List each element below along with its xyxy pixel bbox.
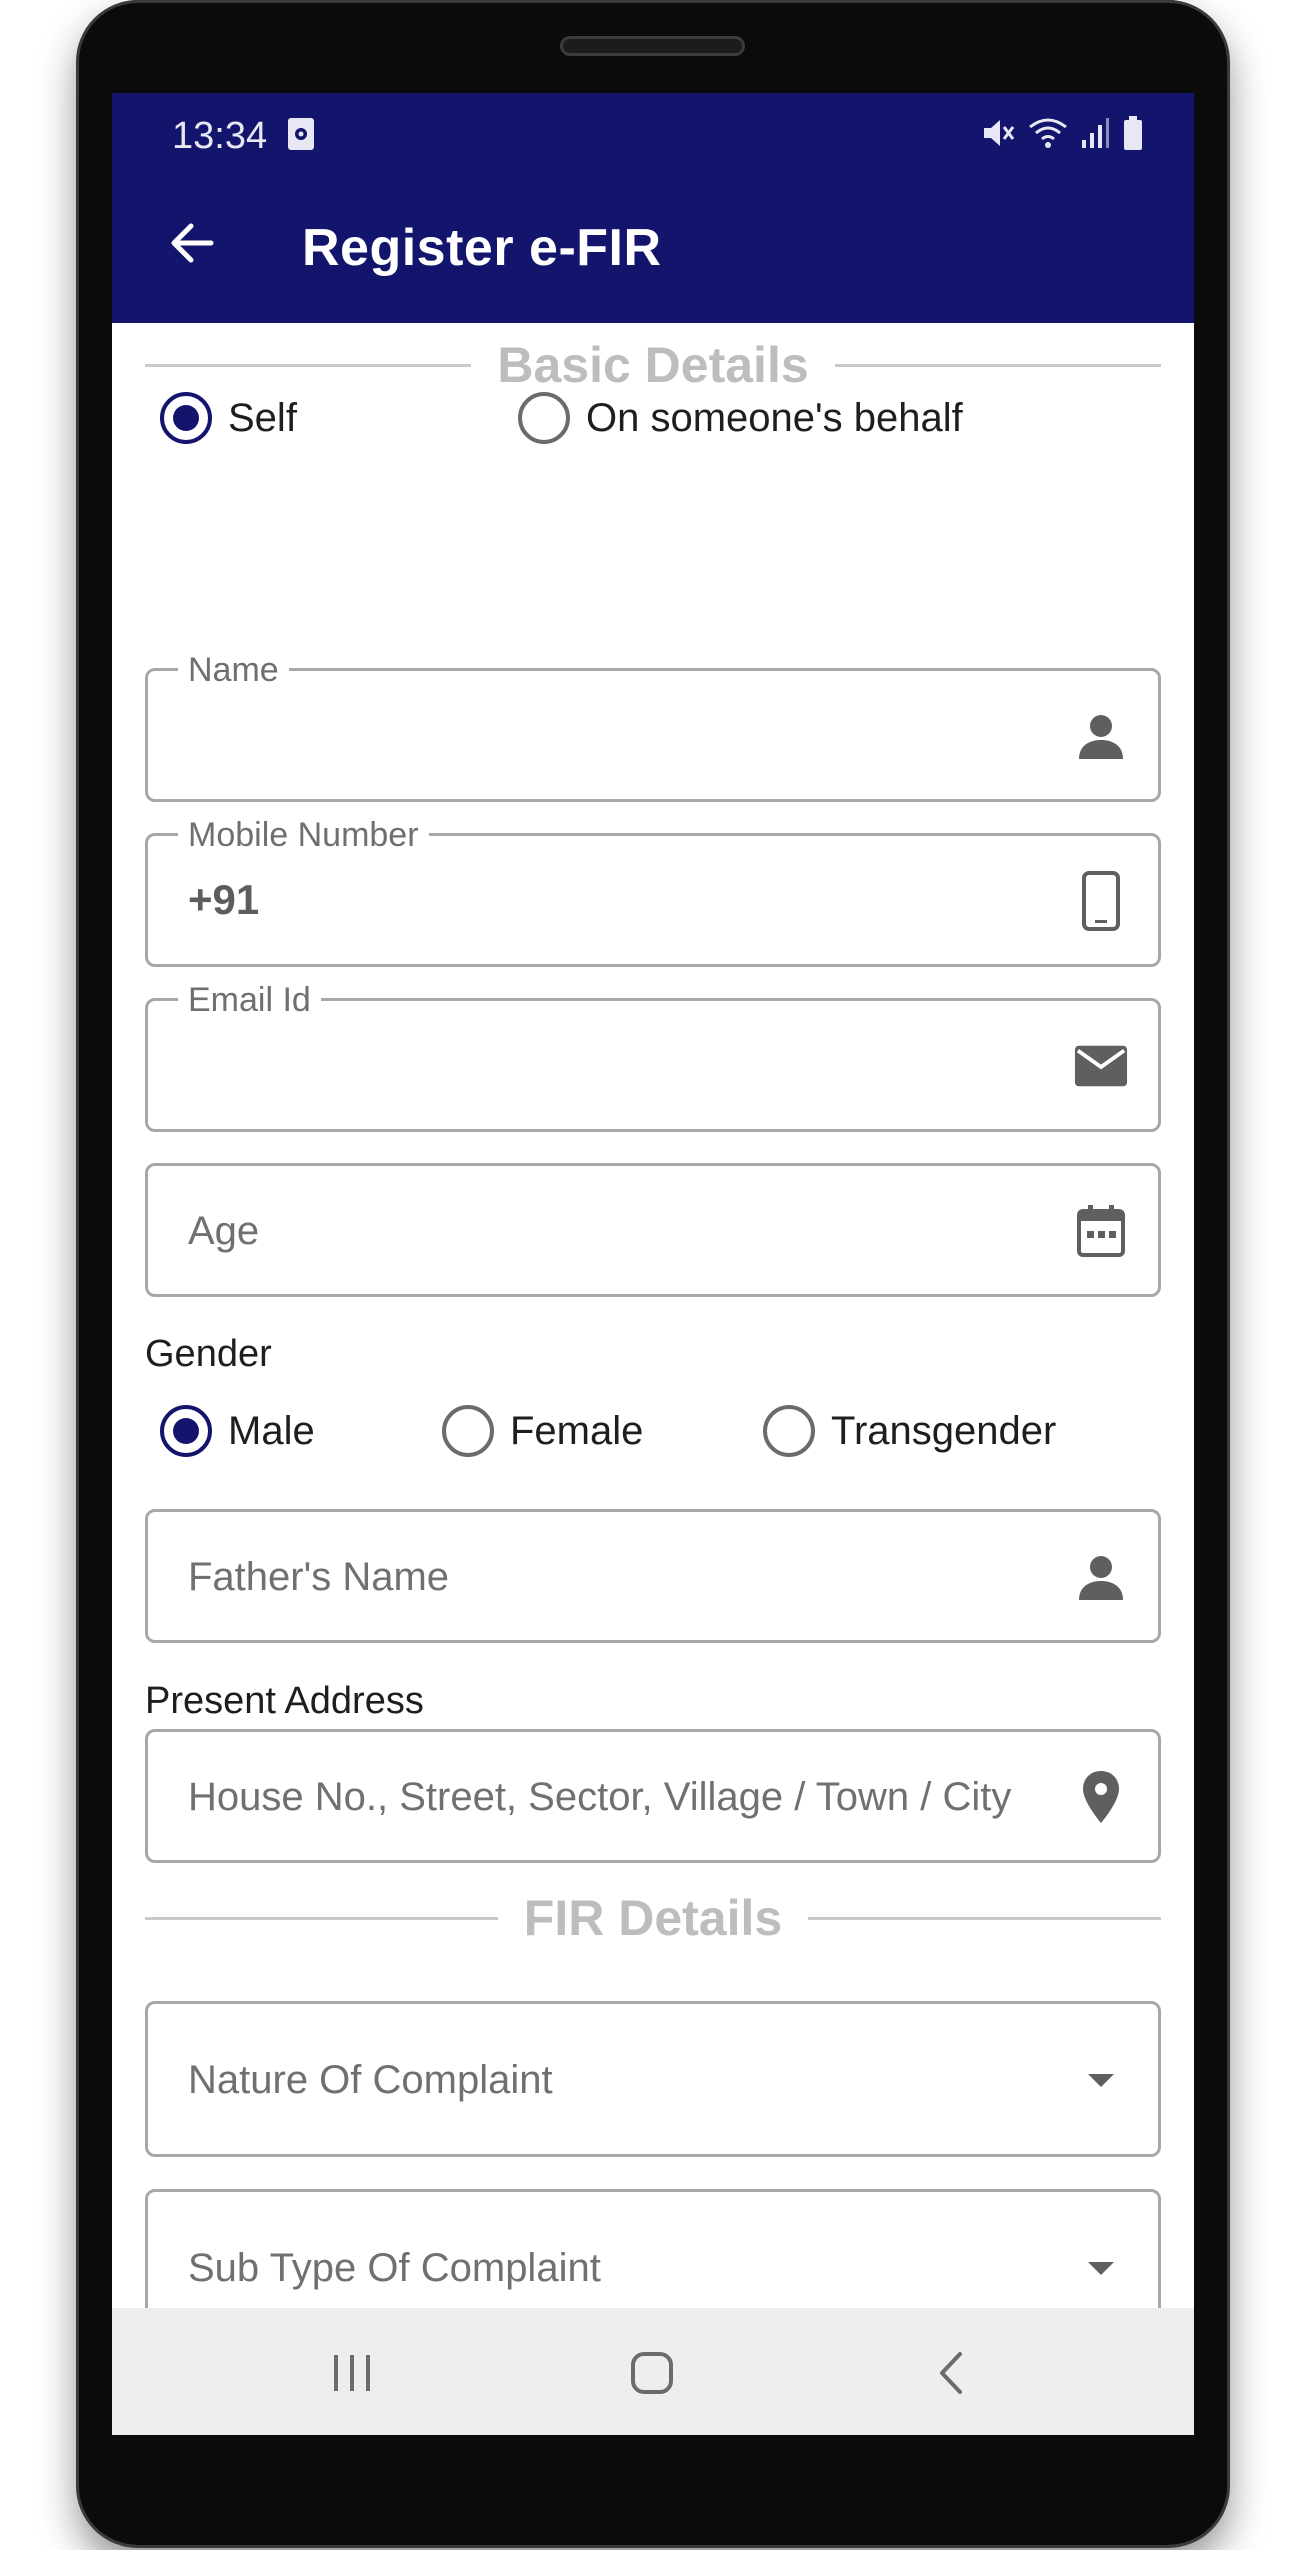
radio-male[interactable]: Male bbox=[160, 1401, 315, 1461]
home-icon bbox=[631, 2352, 673, 2394]
arrow-left-icon bbox=[171, 223, 214, 263]
radio-self[interactable]: Self bbox=[160, 388, 297, 448]
app-screen: 13:34 Register e-FIR Basic Details Self … bbox=[112, 93, 1194, 2435]
complainant-radio-group: Self On someone's behalf bbox=[160, 388, 1160, 448]
mobile-number-field[interactable]: Mobile Number +91 bbox=[145, 816, 1161, 967]
age-field[interactable]: Age bbox=[145, 1163, 1161, 1297]
radio-on-behalf[interactable]: On someone's behalf bbox=[518, 388, 963, 448]
divider bbox=[834, 363, 1161, 367]
person-icon bbox=[1074, 1550, 1128, 1604]
phone-icon bbox=[1074, 871, 1128, 931]
dropdown-arrow-icon bbox=[1074, 2054, 1128, 2108]
radio-unchecked[interactable] bbox=[763, 1405, 815, 1457]
calendar-icon bbox=[1074, 1204, 1128, 1258]
radio-unchecked[interactable] bbox=[442, 1405, 494, 1457]
recents-icon bbox=[334, 2355, 370, 2391]
status-icons bbox=[980, 113, 1144, 153]
media-icon bbox=[288, 118, 314, 150]
divider bbox=[145, 1916, 498, 1920]
nav-back-button[interactable] bbox=[917, 2338, 987, 2408]
radio-checked[interactable] bbox=[160, 1405, 212, 1457]
back-icon bbox=[940, 2352, 962, 2394]
nature-of-complaint-placeholder: Nature Of Complaint bbox=[188, 2058, 553, 2102]
divider bbox=[808, 1916, 1161, 1920]
person-icon bbox=[1074, 709, 1128, 763]
wifi-icon bbox=[1029, 118, 1067, 148]
age-placeholder: Age bbox=[188, 1209, 260, 1253]
field-label: Mobile Number bbox=[178, 816, 429, 855]
present-address-field[interactable]: House No., Street, Sector, Village / Tow… bbox=[145, 1729, 1161, 1863]
field-label: Name bbox=[178, 651, 289, 690]
form-content: Basic Details Self On someone's behalf N… bbox=[112, 323, 1194, 2435]
sub-type-placeholder: Sub Type Of Complaint bbox=[188, 2246, 601, 2290]
radio-label: Self bbox=[228, 395, 297, 440]
system-nav-bar bbox=[112, 2308, 1194, 2435]
mute-icon bbox=[984, 120, 1015, 146]
app-bar: 13:34 Register e-FIR bbox=[112, 93, 1194, 323]
back-button[interactable] bbox=[157, 208, 227, 278]
mail-icon bbox=[1074, 1039, 1128, 1093]
radio-label: Male bbox=[228, 1408, 315, 1453]
location-pin-icon bbox=[1074, 1770, 1128, 1824]
recents-button[interactable] bbox=[317, 2338, 387, 2408]
phone-speaker bbox=[560, 36, 745, 56]
radio-female[interactable]: Female bbox=[442, 1401, 643, 1461]
signal-icon bbox=[1082, 118, 1109, 148]
address-placeholder: House No., Street, Sector, Village / Tow… bbox=[188, 1775, 1012, 1819]
radio-unchecked[interactable] bbox=[518, 392, 570, 444]
email-field[interactable]: Email Id bbox=[145, 981, 1161, 1132]
divider bbox=[145, 363, 472, 367]
fir-details-heading: FIR Details bbox=[145, 1883, 1161, 1953]
radio-checked[interactable] bbox=[160, 392, 212, 444]
status-time: 13:34 bbox=[172, 115, 268, 157]
name-field[interactable]: Name bbox=[145, 651, 1161, 802]
mobile-number-value: +91 bbox=[188, 876, 260, 923]
nature-of-complaint-select[interactable]: Nature Of Complaint bbox=[145, 2001, 1161, 2157]
gender-label: Gender bbox=[145, 1333, 272, 1375]
gender-radio-group: Male Female Transgender bbox=[160, 1401, 1160, 1461]
home-button[interactable] bbox=[617, 2338, 687, 2408]
radio-label: On someone's behalf bbox=[586, 395, 963, 440]
section-title: Basic Details bbox=[497, 337, 809, 393]
page-title: Register e-FIR bbox=[302, 219, 662, 277]
fathers-name-field[interactable]: Father's Name bbox=[145, 1509, 1161, 1643]
field-label: Email Id bbox=[178, 981, 321, 1020]
present-address-label: Present Address bbox=[145, 1680, 424, 1722]
radio-transgender[interactable]: Transgender bbox=[763, 1401, 1056, 1461]
battery-icon bbox=[1124, 116, 1142, 150]
radio-label: Female bbox=[510, 1408, 644, 1453]
radio-label: Transgender bbox=[831, 1408, 1057, 1453]
section-title: FIR Details bbox=[523, 1890, 783, 1946]
dropdown-arrow-icon bbox=[1074, 2242, 1128, 2296]
fathers-name-placeholder: Father's Name bbox=[188, 1555, 450, 1599]
